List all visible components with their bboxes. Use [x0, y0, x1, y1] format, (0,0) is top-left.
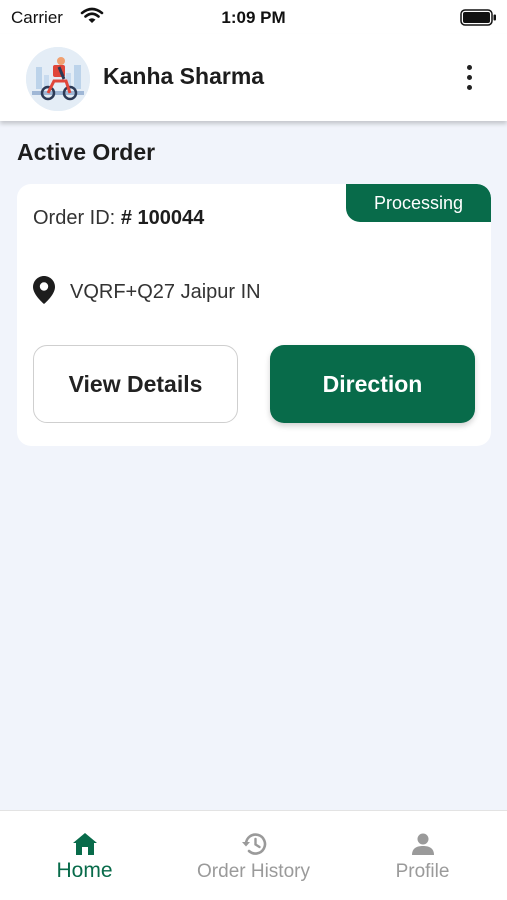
- home-icon: [72, 831, 98, 857]
- nav-item-order-history[interactable]: Order History: [169, 811, 338, 900]
- bottom-nav: Home Order History Profile: [0, 810, 507, 900]
- status-badge: Processing: [346, 184, 491, 222]
- user-icon: [411, 831, 435, 857]
- nav-label-profile: Profile: [395, 861, 450, 882]
- order-id-row: Order ID: # 100044: [33, 207, 204, 230]
- section-title: Active Order: [17, 139, 156, 165]
- order-address: VQRF+Q27 Jaipur IN: [70, 281, 261, 303]
- nav-label-order-history: Order History: [197, 861, 310, 882]
- view-details-button[interactable]: View Details: [33, 345, 238, 423]
- menu-dot: [466, 84, 472, 90]
- menu-dot: [466, 74, 472, 80]
- history-icon: [240, 831, 268, 857]
- order-id-value: # 100044: [120, 207, 205, 229]
- avatar[interactable]: [26, 47, 90, 111]
- menu-dot: [466, 64, 472, 70]
- map-pin-icon: [32, 275, 56, 310]
- nav-item-home[interactable]: Home: [0, 811, 169, 900]
- location-row: VQRF+Q27 Jaipur IN: [32, 275, 261, 310]
- status-time: 1:09 PM: [221, 8, 286, 27]
- direction-button[interactable]: Direction: [270, 345, 475, 423]
- delivery-scooter-icon: [26, 47, 90, 111]
- status-bar: Carrier 1:09 PM: [0, 0, 507, 34]
- app-header: Kanha Sharma: [0, 34, 507, 121]
- nav-label-home: Home: [56, 859, 113, 882]
- order-id-label: Order ID:: [33, 207, 116, 229]
- more-vertical-icon[interactable]: [454, 60, 484, 94]
- nav-item-profile[interactable]: Profile: [338, 811, 507, 900]
- battery-icon: [460, 9, 497, 26]
- active-order-card: Processing Order ID: # 100044 VQRF+Q27 J…: [17, 184, 491, 446]
- user-name: Kanha Sharma: [103, 63, 265, 89]
